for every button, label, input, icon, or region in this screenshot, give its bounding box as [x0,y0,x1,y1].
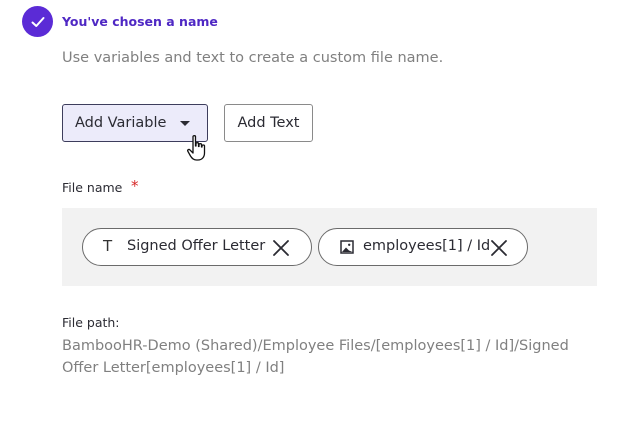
file-name-chip-variable[interactable]: employees[1] / Id [318,228,528,266]
pointer-hand-cursor-icon [187,135,206,161]
required-indicator: * [131,177,139,195]
step-title: You've chosen a name [62,14,218,29]
add-text-button[interactable]: Add Text [224,104,313,142]
chip-label: employees[1] / Id [363,238,491,254]
add-variable-label: Add Variable [75,115,167,131]
close-icon[interactable] [490,239,508,257]
file-name-label: File name [62,180,123,195]
chevron-down-icon [180,121,190,126]
file-name-builder[interactable]: T Signed Offer Letter employees[1] / Id [62,208,597,286]
step-complete-check-icon [22,6,53,37]
text-icon: T [103,237,113,255]
file-path-value: BambooHR-Demo (Shared)/Employee Files/[e… [62,338,569,376]
close-icon[interactable] [272,239,290,257]
file-name-chip-text[interactable]: T Signed Offer Letter [82,228,312,266]
image-icon [340,240,354,254]
chip-label: Signed Offer Letter [127,238,266,254]
add-text-label: Add Text [237,115,300,131]
file-path-label: File path: [62,315,120,330]
file-name-step: You've chosen a name Use variables and t… [0,0,629,441]
step-subtitle: Use variables and text to create a custo… [62,50,444,66]
